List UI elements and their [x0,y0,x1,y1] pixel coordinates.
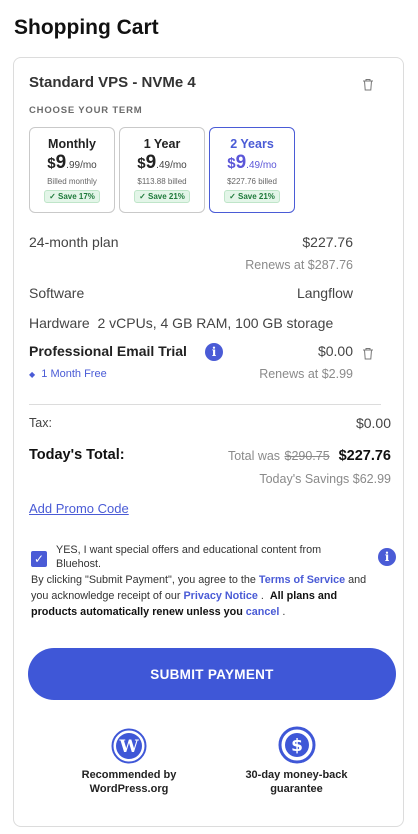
svg-text:W: W [118,737,139,757]
info-icon[interactable]: i [205,343,223,361]
term-billed: $227.76 billed [227,177,277,186]
email-trial-free: 1 Month Free [41,368,107,380]
plan-price: $227.76 [302,234,353,250]
tag-icon: ◆ [29,370,36,379]
term-name: 1 Year [143,137,181,151]
email-trial-price: $0.00 [317,343,353,359]
today-savings: Today's Savings $62.99 [259,472,391,486]
privacy-notice-link[interactable]: Privacy Notice [183,590,257,602]
money-back-icon: $ [278,726,316,764]
term-price: $9.49/mo [227,152,277,173]
total-row: Total was $290.75 $227.76 [228,447,391,465]
wordpress-icon: W [111,728,147,764]
term-option-monthly[interactable]: Monthly $9.99/mo Billed monthly ✓ Save 1… [29,127,115,213]
product-name: Standard VPS - NVMe 4 [29,74,196,91]
consent-text: YES, I want special offers and education… [56,544,322,570]
add-promo-code-link[interactable]: Add Promo Code [29,501,129,516]
submit-payment-button[interactable]: SUBMIT PAYMENT [28,648,396,700]
page-title: Shopping Cart [14,16,159,39]
trash-icon[interactable] [362,78,374,91]
total-was-value: $290.75 [284,449,330,463]
term-billed: $113.88 billed [137,177,187,186]
legal-text: By clicking "Submit Payment", you agree … [31,574,367,618]
hardware-value: 2 vCPUs, 4 GB RAM, 100 GB storage [97,315,334,331]
term-price: $9.99/mo [47,152,97,173]
save-badge: ✓ Save 21% [224,190,280,203]
total-was-label: Total was [227,449,281,463]
trash-icon[interactable] [362,347,374,360]
term-label: CHOOSE YOUR TERM [29,105,143,116]
consent-checkbox[interactable]: ✓ [31,551,47,567]
term-option-2-years[interactable]: 2 Years $9.49/mo $227.76 billed ✓ Save 2… [209,127,295,213]
software-value: Langflow [296,285,353,301]
term-billed: Billed monthly [47,177,97,186]
plan-label: 24-month plan [29,234,119,250]
free-tag: ◆ 1 Month Free [29,368,107,380]
hardware-row: Hardware 2 vCPUs, 4 GB RAM, 100 GB stora… [29,315,333,331]
info-icon[interactable]: i [378,548,396,566]
save-badge: ✓ Save 21% [134,190,190,203]
divider [29,404,381,405]
wordpress-badge-text: Recommended by WordPress.org [81,769,177,795]
email-trial-renews: Renews at $2.99 [259,367,353,381]
term-option-1-year[interactable]: 1 Year $9.49/mo $113.88 billed ✓ Save 21… [119,127,205,213]
tax-value: $0.00 [355,415,391,431]
software-label: Software [29,285,85,301]
total-label: Today's Total: [29,447,125,463]
cart-card: Standard VPS - NVMe 4 CHOOSE YOUR TERM M… [13,57,404,827]
term-price: $9.49/mo [137,152,187,173]
hardware-label: Hardware [29,315,90,331]
save-badge: ✓ Save 17% [44,190,100,203]
plan-renews: Renews at $287.76 [245,258,353,272]
total-value: $227.76 [338,448,391,464]
cancel-link[interactable]: cancel [246,606,280,618]
term-name: 2 Years [230,137,274,151]
term-name: Monthly [48,137,96,151]
tax-label: Tax: [29,416,52,430]
money-back-badge-text: 30-day money-back guarantee [245,769,348,795]
terms-of-service-link[interactable]: Terms of Service [259,574,345,586]
email-trial-label: Professional Email Trial [29,343,187,359]
svg-text:$: $ [291,736,303,756]
